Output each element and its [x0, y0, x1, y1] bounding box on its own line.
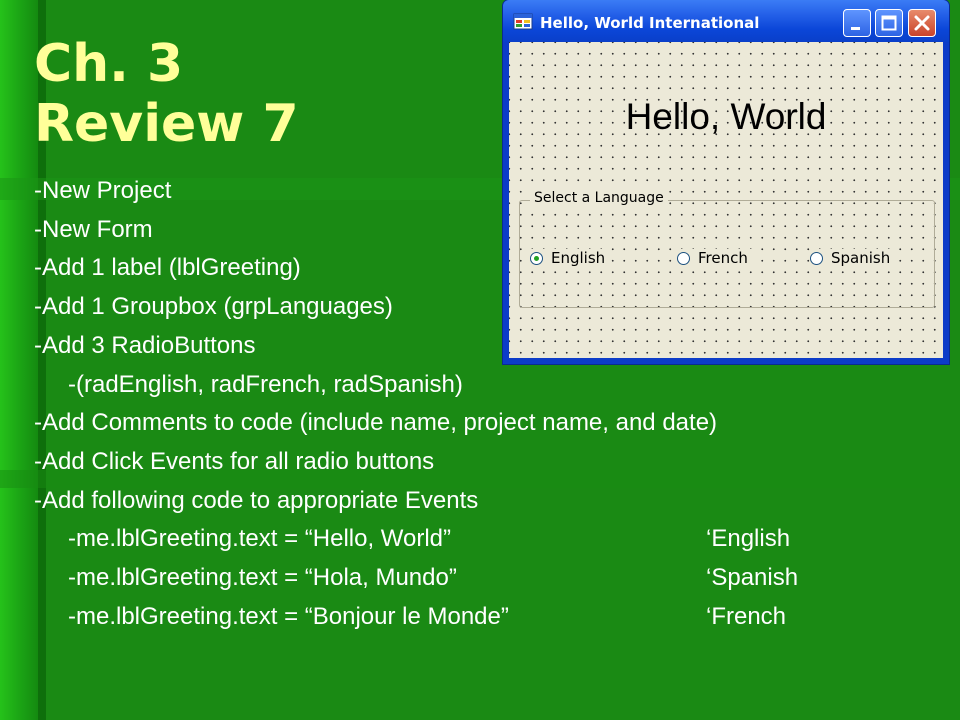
app-window-icon	[513, 12, 533, 32]
code-comment: ‘French	[706, 602, 787, 630]
radio-english[interactable]: English	[530, 249, 610, 267]
radio-spanish[interactable]: Spanish	[810, 249, 895, 267]
radio-unchecked-icon[interactable]	[677, 251, 690, 265]
greeting-label: Hello, World	[625, 96, 827, 137]
code-comment: ‘Spanish	[706, 564, 799, 592]
window-titlebar[interactable]: Hello, World International	[503, 0, 949, 42]
maximize-icon	[881, 15, 897, 31]
bullet-item: -Add Comments to code (include name, pro…	[34, 409, 718, 437]
code-statement: -me.lblGreeting.text = “Hola, Mundo”	[68, 564, 457, 592]
code-line: -me.lblGreeting.text = “Hola, Mundo” ‘Sp…	[34, 559, 944, 598]
groupbox-label: Select a Language	[530, 190, 668, 206]
background-stripe	[0, 0, 38, 720]
slide-title: Ch. 3 Review 7	[34, 34, 299, 154]
title-line-chapter: Ch. 3	[34, 34, 184, 94]
radio-label: Spanish	[831, 249, 891, 267]
title-line-review: Review 7	[34, 94, 299, 154]
bullet-item: -Add following code to appropriate Event…	[34, 486, 479, 514]
minimize-icon	[851, 27, 860, 30]
bullet-item: -Add Click Events for all radio buttons	[34, 447, 435, 475]
code-statement: -me.lblGreeting.text = “Bonjour le Monde…	[68, 602, 509, 630]
radio-label: English	[551, 249, 606, 267]
maximize-button[interactable]	[875, 9, 903, 37]
close-icon	[914, 15, 930, 31]
form-client-area: Hello, World Select a Language English F…	[509, 42, 943, 358]
radio-unchecked-icon[interactable]	[810, 251, 823, 265]
window-bottom-border	[503, 358, 949, 364]
code-comment: ‘English	[706, 525, 791, 553]
window-title: Hello, World International	[540, 14, 760, 32]
form-window: Hello, World International Hello, World …	[503, 0, 949, 364]
close-button[interactable]	[908, 9, 936, 37]
radio-label: French	[698, 249, 748, 267]
language-groupbox: Select a Language English French Spanish	[519, 190, 935, 308]
radio-checked-icon[interactable]	[530, 251, 543, 265]
code-line: -me.lblGreeting.text = “Bonjour le Monde…	[34, 598, 944, 637]
minimize-button[interactable]	[843, 9, 871, 37]
radio-french[interactable]: French	[677, 249, 752, 267]
bullet-subitem: -(radEnglish, radFrench, radSpanish)	[68, 370, 463, 398]
code-line: -me.lblGreeting.text = “Hello, World” ‘E…	[34, 520, 944, 559]
code-statement: -me.lblGreeting.text = “Hello, World”	[68, 525, 452, 553]
